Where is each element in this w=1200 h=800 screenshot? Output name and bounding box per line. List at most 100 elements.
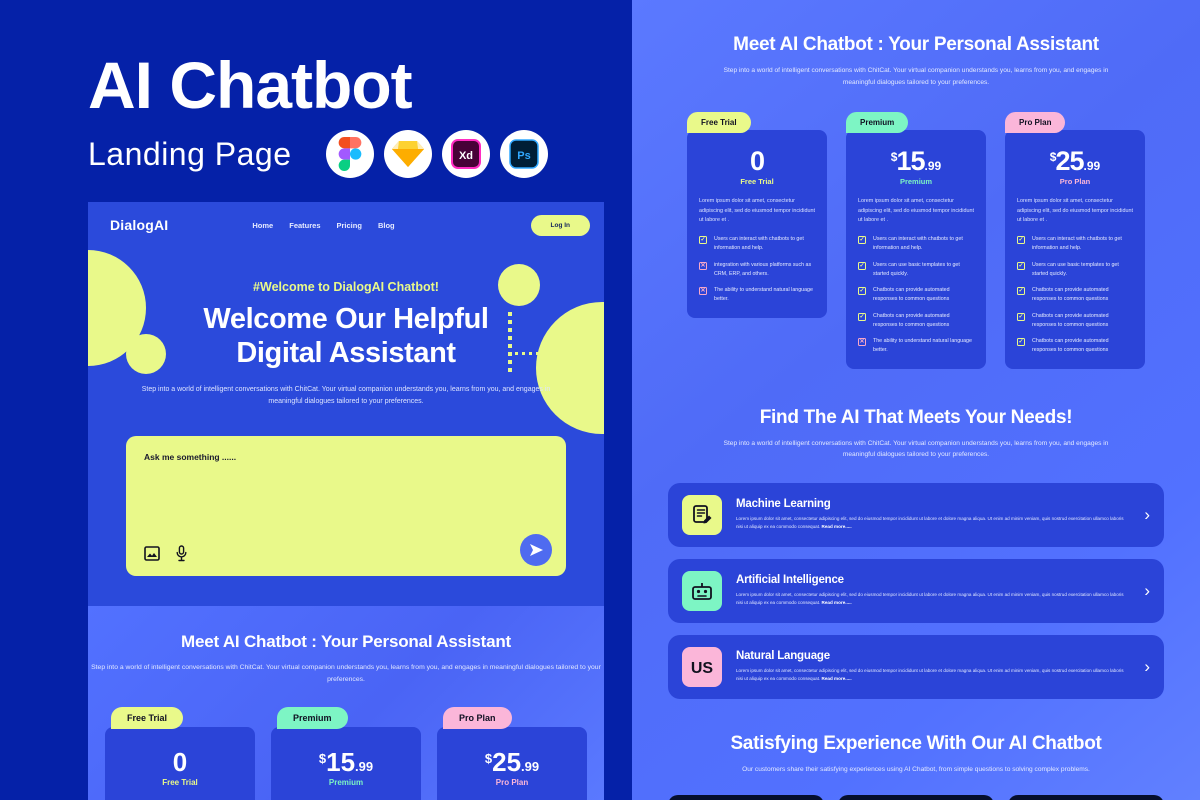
mockup-pricing-cards: Free Trial 0 Free Trial Premium $15.99 Premiu…	[88, 707, 604, 800]
mockup-plan-price: $25.99	[447, 749, 577, 775]
login-button[interactable]: Log In	[530, 214, 590, 236]
plan-feature-text: Chatbots can provide automated responses…	[873, 287, 950, 303]
feature-card[interactable]: US Natural Language Lorem ipsum dolor sit …	[668, 634, 1164, 699]
hero-heading: Welcome Our Helpful Digital Assistant	[128, 302, 564, 370]
mockup-pricing-card[interactable]: Pro Plan $25.99 Pro Plan	[437, 707, 587, 800]
plan-feature-text: The ability to understand natural langua…	[714, 287, 813, 303]
pricing-card[interactable]: Pro Plan $25.99 Pro Plan Lorem ipsum dolor …	[1005, 112, 1145, 369]
read-more-link[interactable]: Read more.....	[822, 524, 852, 529]
price-decimal: .99	[924, 159, 942, 174]
feature-description: Lorem ipsum dolor sit amet, consectetur …	[736, 592, 1124, 606]
feature-title: Natural Language	[736, 650, 830, 663]
svg-text:Xd: Xd	[458, 150, 472, 162]
testimonial-lead: Our customers share their satisfying exp…	[742, 765, 1090, 773]
check-icon: ✓	[858, 312, 866, 321]
price-decimal: .99	[1083, 159, 1101, 174]
chevron-right-icon[interactable]: ›	[1144, 506, 1150, 523]
plan-feature: ✓ Chatbots can provide automated response…	[858, 312, 974, 329]
image-icon[interactable]	[144, 546, 160, 561]
mockup-plan-name: Pro Plan	[495, 778, 529, 788]
pricing-cards: Free Trial 0 Free Trial Lorem ipsum dolor s…	[632, 112, 1200, 369]
plan-price: 0	[699, 148, 815, 175]
check-icon: ✓	[1017, 312, 1025, 321]
chevron-right-icon[interactable]: ›	[1144, 658, 1150, 675]
mockup-pricing-card[interactable]: Premium $15.99 Premium	[271, 707, 421, 800]
plan-body: $25.99 Pro Plan Lorem ipsum dolor sit amet…	[1005, 130, 1145, 369]
figma-icon	[325, 130, 374, 178]
cross-icon: ✕	[699, 287, 707, 296]
plan-feature-text: Users can interact with chatbots to get …	[1032, 236, 1122, 252]
mockup-hero-section: DialogAI Home Features Pricing Blog Log …	[88, 202, 604, 606]
plan-feature: ✓ Chatbots can provide automated response…	[858, 286, 974, 303]
find-ai-lead: Step into a world of intelligent convers…	[723, 439, 1109, 459]
plan-feature-text: Chatbots can provide automated responses…	[1032, 338, 1109, 354]
us-language-icon: US	[682, 646, 722, 687]
feature-card[interactable]: Machine Learning Lorem ipsum dolor sit am…	[668, 482, 1164, 547]
mockup-plan-tab: Premium	[277, 707, 348, 730]
robot-icon	[682, 570, 722, 611]
plan-name: Premium	[899, 177, 933, 187]
plan-features: ✓ Users can interact with chatbots to get…	[858, 235, 974, 354]
mockup-pricing-card[interactable]: Free Trial 0 Free Trial	[105, 707, 255, 800]
plan-feature-text: The ability to understand natural langua…	[873, 338, 972, 354]
check-icon: ✓	[858, 236, 866, 245]
microphone-icon[interactable]	[176, 545, 187, 562]
chat-tools	[144, 545, 187, 562]
nav-link-home[interactable]: Home	[252, 221, 273, 230]
feature-title: Artificial Intelligence	[736, 574, 844, 587]
plan-feature-text: Chatbots can provide automated responses…	[1032, 287, 1109, 303]
design-tool-icons: Xd Ps	[325, 130, 548, 178]
send-icon[interactable]	[520, 534, 552, 566]
mockup-plan-body: $15.99 Premium	[271, 727, 421, 800]
plan-price: $25.99	[1017, 148, 1133, 175]
testimonial-card[interactable]	[1008, 795, 1164, 800]
document-edit-icon	[682, 494, 722, 535]
plan-tab: Free Trial	[687, 112, 751, 134]
mockup-plan-body: 0 Free Trial	[105, 727, 255, 800]
plan-tab: Premium	[846, 112, 909, 134]
plan-feature-text: Users can interact with chatbots to get …	[873, 236, 963, 252]
sketch-icon	[383, 130, 432, 178]
mockup-pricing-lead: Step into a world of intelligent convers…	[91, 664, 601, 683]
svg-text:Ps: Ps	[517, 150, 530, 162]
check-icon: ✓	[699, 236, 707, 245]
promo-title: AI Chatbot	[88, 48, 413, 122]
plan-name: Pro Plan	[1059, 177, 1091, 187]
mockup-price-decimal: .99	[521, 759, 540, 775]
nav-link-features[interactable]: Features	[289, 221, 320, 230]
mockup-plan-price: $15.99	[281, 749, 411, 775]
check-icon: ✓	[858, 287, 866, 296]
feature-card[interactable]: Artificial Intelligence Lorem ipsum dolor…	[668, 558, 1164, 623]
price-amount: 15	[896, 146, 925, 177]
landing-page-mockup-right: Meet AI Chatbot : Your Personal Assistan…	[632, 0, 1200, 800]
pricing-card[interactable]: Free Trial 0 Free Trial Lorem ipsum dolor s…	[687, 112, 827, 369]
plan-description: Lorem ipsum dolor sit amet, consectetur …	[858, 198, 974, 223]
nav-link-blog[interactable]: Blog	[378, 221, 395, 230]
mockup-pricing-section: Meet AI Chatbot : Your Personal Assistan…	[88, 606, 604, 800]
mockup-price-amount: 25	[492, 747, 522, 778]
feature-text: Machine Learning Lorem ipsum dolor sit am…	[736, 498, 1130, 532]
read-more-link[interactable]: Read more.....	[822, 676, 852, 681]
pricing-title: Meet AI Chatbot : Your Personal Assistan…	[733, 34, 1099, 55]
read-more-link[interactable]: Read more.....	[822, 600, 852, 605]
plan-feature-text: Users can interact with chatbots to get …	[714, 236, 804, 252]
chevron-right-icon[interactable]: ›	[1144, 582, 1150, 599]
pricing-card[interactable]: Premium $15.99 Premium Lorem ipsum dolor si…	[846, 112, 986, 369]
testimonial-title: Satisfying Experience With Our AI Chatbo…	[730, 732, 1102, 754]
plan-description: Lorem ipsum dolor sit amet, consectetur …	[699, 198, 815, 223]
plan-feature: ✕ integration with various platforms such…	[699, 261, 815, 278]
brand-logo[interactable]: DialogAI	[110, 217, 168, 233]
mockup-plan-tab: Free Trial	[111, 707, 184, 730]
testimonial-cards	[632, 795, 1200, 800]
hero-kicker: #Welcome to DialogAI Chatbot!	[253, 280, 439, 294]
mockup-price-amount: 15	[326, 747, 356, 778]
testimonial-card[interactable]	[838, 795, 994, 800]
plan-name: Free Trial	[740, 177, 774, 187]
testimonial-card[interactable]	[668, 795, 824, 800]
chat-input-box[interactable]: Ask me something ......	[126, 436, 566, 576]
cross-icon: ✕	[699, 261, 707, 270]
nav-link-pricing[interactable]: Pricing	[337, 221, 362, 230]
promo-subtitle-row: Landing Page Xd Ps	[88, 130, 548, 178]
check-icon: ✓	[1017, 338, 1025, 347]
check-icon: ✓	[1017, 287, 1025, 296]
